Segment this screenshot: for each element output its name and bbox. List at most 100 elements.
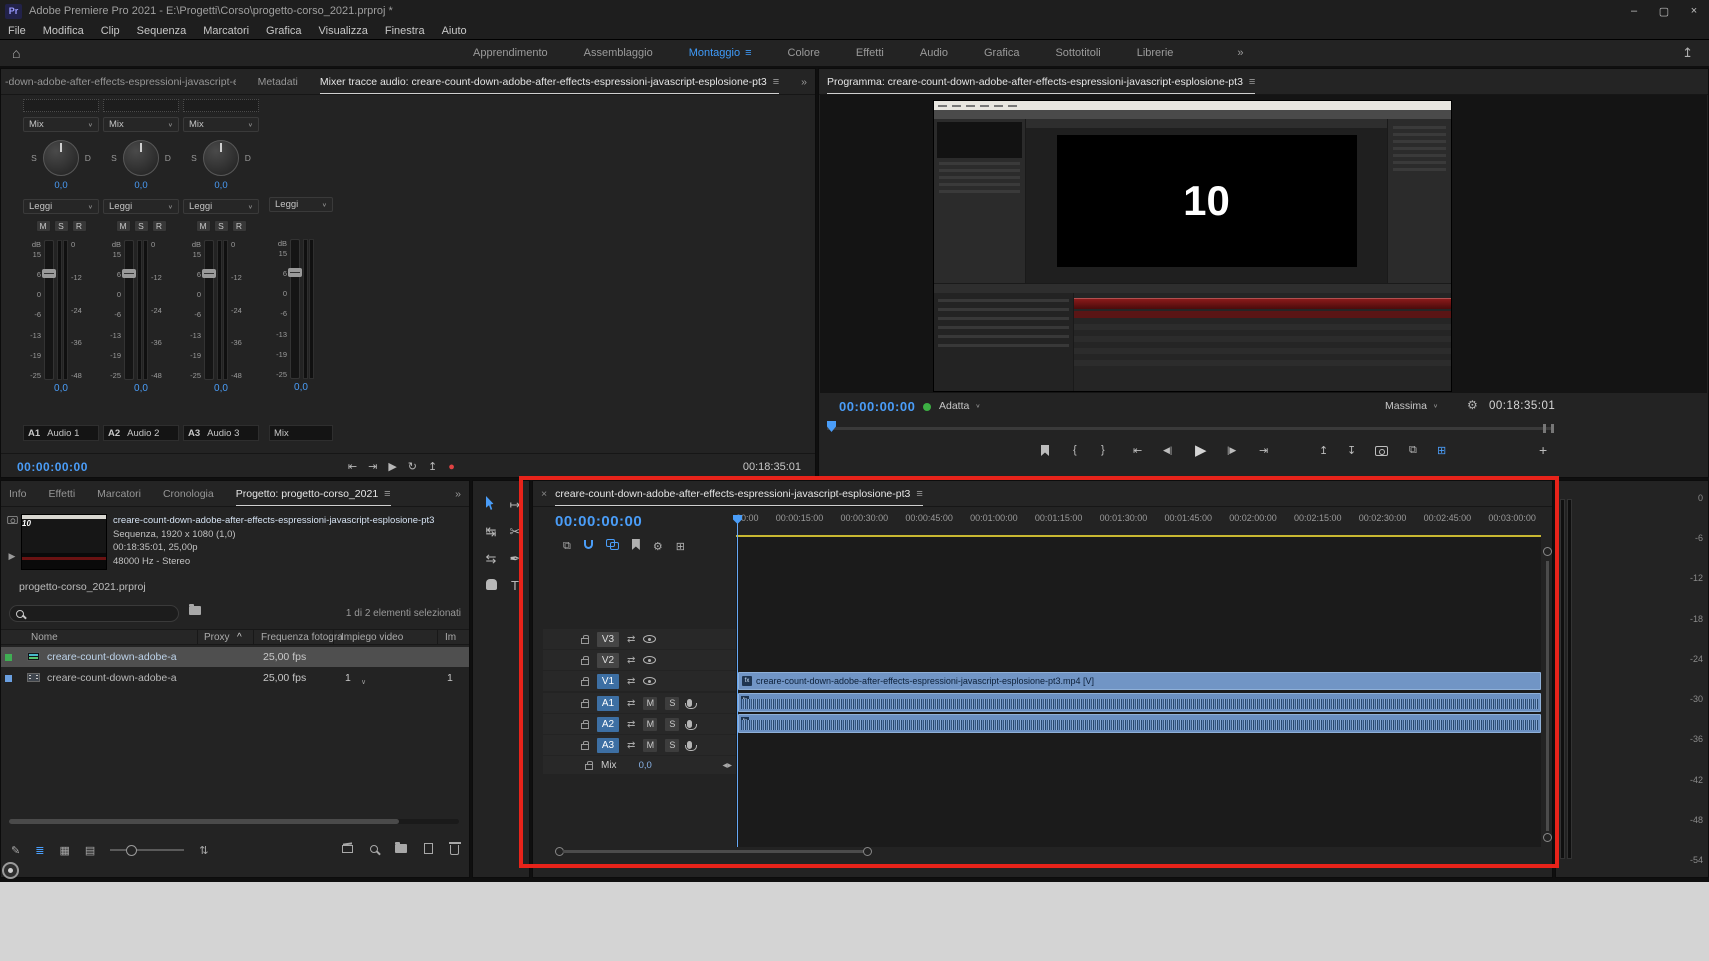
track-target-v1[interactable]: V1 <box>597 674 619 689</box>
track-output-select[interactable]: Mix∨ <box>23 117 99 132</box>
razor-tool[interactable]: ✂ <box>510 524 521 540</box>
effects-slot[interactable] <box>183 99 259 112</box>
workspace-tab-librerie[interactable]: Librerie <box>1137 47 1174 59</box>
keyframe-next-icon[interactable]: ▸ <box>727 760 732 771</box>
zoom-handle[interactable] <box>1551 424 1554 433</box>
playhead-line[interactable] <box>737 515 738 847</box>
vertical-scrollbar[interactable] <box>1546 561 1549 831</box>
quick-export-icon[interactable]: ↥ <box>1682 45 1693 61</box>
nest-toggle-button[interactable]: ⧉ <box>563 540 571 553</box>
track-target-a1[interactable]: A1 <box>597 696 619 711</box>
column-impiego-video[interactable]: Impiego video <box>341 632 403 643</box>
workspace-tab-colore[interactable]: Colore <box>788 47 820 59</box>
workspace-tab-assemblaggio[interactable]: Assemblaggio <box>584 47 653 59</box>
solo-button[interactable]: S <box>665 739 679 752</box>
fader-handle[interactable] <box>42 269 56 278</box>
step-back-button[interactable]: ◀| <box>1163 445 1172 456</box>
lock-icon[interactable] <box>581 744 589 750</box>
menu-item[interactable]: Visualizza <box>319 25 368 37</box>
home-icon[interactable]: ⌂ <box>12 45 20 61</box>
mic-icon[interactable] <box>687 741 692 749</box>
audio-clip-a1[interactable]: fx <box>738 693 1541 712</box>
tab-cronologia[interactable]: Cronologia <box>163 481 214 506</box>
track-name[interactable]: Audio 1 <box>47 428 79 439</box>
tab-programma[interactable]: Programma: creare-count-down-adobe-after… <box>827 69 1255 94</box>
poster-frame-icon[interactable] <box>7 516 17 524</box>
go-to-in-button[interactable]: ⇤ <box>1133 444 1142 457</box>
mixer-timecode[interactable]: 00:00:00:00 <box>17 460 88 474</box>
fader-value[interactable]: 0,0 <box>103 383 179 394</box>
item-name[interactable]: creare-count-down-adobe-a <box>47 651 177 663</box>
mute-button[interactable]: M <box>643 718 657 731</box>
pan-value[interactable]: 0,0 <box>23 180 99 191</box>
linked-selection-button[interactable] <box>606 539 619 553</box>
item-usage[interactable]: 1 <box>345 672 351 684</box>
track-target-v2[interactable]: V2 <box>597 653 619 668</box>
track-output-select[interactable]: Mix∨ <box>103 117 179 132</box>
label-color-chip[interactable] <box>5 675 12 682</box>
label-color-chip[interactable] <box>5 654 12 661</box>
menu-item[interactable]: Finestra <box>385 25 425 37</box>
selection-tool[interactable] <box>486 496 496 513</box>
automation-mode-select[interactable]: Leggi∨ <box>103 199 179 214</box>
pan-knob[interactable] <box>203 140 239 176</box>
multicam-view-button[interactable]: ⊞ <box>1437 444 1446 457</box>
play-button[interactable]: ▶ <box>388 460 396 473</box>
track-target-a3[interactable]: A3 <box>597 738 619 753</box>
go-to-out-button[interactable]: ⇥ <box>368 460 377 473</box>
effects-slot[interactable] <box>103 99 179 112</box>
program-video-area[interactable]: 10 <box>820 95 1707 393</box>
play-button[interactable]: ▶ <box>1195 441 1207 459</box>
sort-button[interactable]: ⇅ <box>199 844 208 857</box>
delete-button[interactable] <box>450 842 459 858</box>
panel-menu-icon[interactable]: ≡ <box>773 76 779 88</box>
keyframe-nav-icons[interactable]: ◂▸ <box>722 760 732 771</box>
program-timecode[interactable]: 00:00:00:00 <box>839 399 915 414</box>
workspace-tab-montaggio[interactable]: Montaggio≡ <box>689 47 752 59</box>
tab-info[interactable]: Info <box>9 481 27 506</box>
workspace-tab-audio[interactable]: Audio <box>920 47 948 59</box>
panel-menu-icon[interactable]: ≡ <box>1249 76 1255 88</box>
tab-marcatori[interactable]: Marcatori <box>97 481 141 506</box>
lock-icon[interactable] <box>581 723 589 729</box>
tab-overflow-icon[interactable]: » <box>801 76 807 88</box>
workspace-tab-effetti[interactable]: Effetti <box>856 47 884 59</box>
scrollbar-thumb[interactable] <box>9 819 399 824</box>
lift-button[interactable]: ↥ <box>1319 444 1328 457</box>
ripple-edit-tool[interactable]: ↹ <box>486 524 497 540</box>
zoom-handle[interactable] <box>1543 424 1546 433</box>
volume-fader[interactable] <box>204 240 214 380</box>
panel-menu-icon[interactable]: ≡ <box>916 488 922 500</box>
add-marker-button[interactable] <box>632 539 640 553</box>
lock-icon[interactable] <box>581 680 589 686</box>
scrubber-playhead[interactable] <box>827 421 836 432</box>
solo-button[interactable]: S <box>134 220 149 232</box>
sync-lock-icon[interactable]: ⇄ <box>627 676 635 687</box>
menu-item[interactable]: Marcatori <box>203 25 249 37</box>
menu-item[interactable]: Grafica <box>266 25 301 37</box>
mute-button[interactable]: M <box>36 220 51 232</box>
tab-close-icon[interactable]: × <box>541 488 547 500</box>
fader-value[interactable]: 0,0 <box>23 383 99 394</box>
fader-handle[interactable] <box>288 268 302 277</box>
solo-button[interactable]: S <box>54 220 69 232</box>
minimize-icon[interactable]: – <box>1619 0 1649 22</box>
volume-fader[interactable] <box>290 239 300 379</box>
maximize-icon[interactable]: ▢ <box>1649 0 1679 22</box>
column-im[interactable]: Im <box>445 632 456 643</box>
pan-value[interactable]: 0,0 <box>103 180 179 191</box>
record-button[interactable]: ● <box>448 461 455 473</box>
export-frame-button[interactable] <box>1375 446 1388 459</box>
menu-item[interactable]: Modifica <box>43 25 84 37</box>
icon-view-button[interactable]: ▦ <box>59 844 69 857</box>
mute-button[interactable]: M <box>643 697 657 710</box>
column-proxy[interactable]: Proxy <box>204 632 230 643</box>
settings-gear-icon[interactable]: ⚙ <box>1467 398 1478 412</box>
play-icon[interactable]: ▶ <box>9 551 16 562</box>
effects-slot[interactable] <box>23 99 99 112</box>
automate-to-sequence-button[interactable] <box>342 844 353 856</box>
close-icon[interactable]: × <box>1679 0 1709 22</box>
volume-fader[interactable] <box>124 240 134 380</box>
sync-lock-icon[interactable]: ⇄ <box>627 634 635 645</box>
timeline-settings-button[interactable]: ⚙ <box>653 540 663 553</box>
